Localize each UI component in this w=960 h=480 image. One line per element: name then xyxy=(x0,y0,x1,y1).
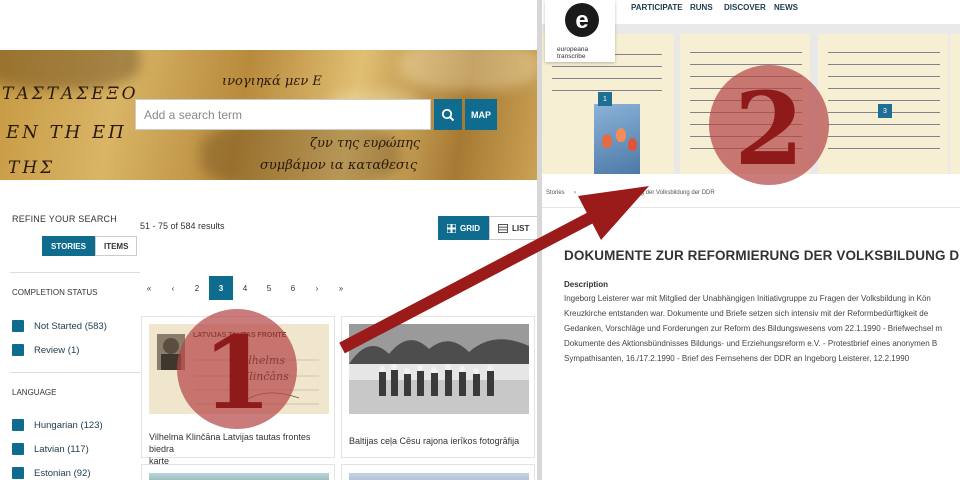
card-thumbnail xyxy=(149,473,329,480)
items-toggle-button[interactable]: ITEMS xyxy=(94,236,138,256)
checkbox[interactable] xyxy=(12,320,24,332)
facet-label: Review (1) xyxy=(34,344,80,356)
list-view-button[interactable]: LIST xyxy=(489,216,537,240)
logo-line: europeana xyxy=(557,46,589,53)
page-prev[interactable]: ‹ xyxy=(161,276,185,300)
card-thumbnail xyxy=(349,324,529,414)
description-line: Gedanken, Vorschläge und Forderungen zur… xyxy=(564,324,942,333)
view-toggle: GRID LIST xyxy=(438,216,537,240)
story-title: DOKUMENTE ZUR REFORMIERUNG DER VOLKSBILD… xyxy=(564,248,960,263)
facet-label: Not Started (583) xyxy=(34,320,107,332)
completion-status-title: COMPLETION STATUS xyxy=(12,288,98,297)
thumb-text: Vilhelms xyxy=(237,354,285,367)
facet-checkbox-review[interactable]: Review (1) xyxy=(12,344,79,356)
story-card[interactable] xyxy=(141,464,335,480)
screenshot-root: ΤΑΣΤΑΣΕΞΟ ΕΝ ΤΗ ΕΠ ΤΗΣ ινογιηκά μεν Ε ζυ… xyxy=(0,0,960,480)
nav-discover[interactable]: DISCOVER xyxy=(724,3,766,12)
divider xyxy=(10,372,140,373)
description-line: Sympathisanten, 16./17.2.1990 - Brief de… xyxy=(564,354,910,363)
description-line: Ingeborg Leisterer war mit Mitglied der … xyxy=(564,294,931,303)
map-button[interactable]: MAP xyxy=(465,99,497,130)
svg-text:e: e xyxy=(575,7,588,34)
page-link[interactable]: 5 xyxy=(257,276,281,300)
facet-checkbox-latvian[interactable]: Latvian (117) xyxy=(12,443,89,455)
page-last[interactable]: » xyxy=(329,276,353,300)
hero-handwriting: ΕΝ ΤΗ ΕΠ xyxy=(6,122,127,143)
checkbox[interactable] xyxy=(12,443,24,455)
nav-participate[interactable]: PARTICIPATE xyxy=(631,3,683,12)
flower-photo xyxy=(594,104,640,174)
page-link[interactable]: 4 xyxy=(233,276,257,300)
page-badge: 3 xyxy=(878,104,892,118)
breadcrumb-stories[interactable]: Stories xyxy=(546,190,565,196)
facet-checkbox-hungarian[interactable]: Hungarian (123) xyxy=(12,419,103,431)
document-thumbnail[interactable] xyxy=(680,34,810,174)
group-photo-image xyxy=(349,324,529,414)
card-title-line: Baltijas ceļa Cēsu rajona ierīkos fotogr… xyxy=(349,436,520,446)
stories-items-toggle: STORIES ITEMS xyxy=(42,236,138,256)
language-title: LANGUAGE xyxy=(12,388,57,397)
story-card[interactable] xyxy=(341,464,535,480)
thumb-text: Klinčāns xyxy=(241,370,289,383)
pagination: « ‹ 2 3 4 5 6 › » xyxy=(137,276,353,300)
logo-mark-icon: e xyxy=(565,3,599,37)
facet-label: Hungarian (123) xyxy=(34,419,103,431)
results-count: 51 - 75 of 584 results xyxy=(140,221,225,231)
grid-label: GRID xyxy=(460,223,480,233)
breadcrumb-separator: › xyxy=(574,190,576,196)
page-badge: 1 xyxy=(598,92,612,106)
hero-handwriting: ζυν της ευρώπης xyxy=(310,136,421,151)
refine-title: REFINE YOUR SEARCH xyxy=(12,214,117,224)
description-line: Kreuzkirche entstanden war. Dokumente un… xyxy=(564,309,929,318)
europeana-logo[interactable]: e europeana transcribe xyxy=(545,0,615,62)
description-line: Dokumente des Aktionsbündnisses Bildungs… xyxy=(564,339,938,348)
story-card[interactable]: Baltijas ceļa Cēsu rajona ierīkos fotogr… xyxy=(341,316,535,458)
hero-handwriting: ΤΗΣ xyxy=(8,158,56,178)
card-title-line: Vilhelma Klinčāna Latvijas tautas fronte… xyxy=(149,432,311,454)
logo-text: europeana transcribe xyxy=(557,46,588,60)
search-input[interactable] xyxy=(135,99,431,130)
facet-checkbox-not-started[interactable]: Not Started (583) xyxy=(12,320,107,332)
breadcrumb-current: …rung der Volksbildung der DDR xyxy=(626,190,715,196)
checkbox[interactable] xyxy=(12,419,24,431)
nav-runs[interactable]: RUNS xyxy=(690,3,713,12)
hero-handwriting: συμβάμον ια καταθεσις xyxy=(260,158,418,173)
grid-view-button[interactable]: GRID xyxy=(438,216,489,240)
hero-handwriting: ΤΑΣΤΑΣΕΞΟ xyxy=(2,84,139,104)
grid-icon xyxy=(447,223,456,233)
page-link[interactable]: 2 xyxy=(185,276,209,300)
page-current[interactable]: 3 xyxy=(209,276,233,300)
story-card[interactable]: LATVIJAS TAUTAS FRONTE Vilhelms Klinčāns… xyxy=(141,316,335,466)
page-link[interactable]: 6 xyxy=(281,276,305,300)
hero-handwriting: ινογιηκά μεν Ε xyxy=(222,74,322,89)
description-heading: Description xyxy=(564,280,609,289)
facet-label: Estonian (92) xyxy=(34,467,91,479)
card-thumbnail xyxy=(349,473,529,480)
magnifier-icon xyxy=(441,108,455,121)
checkbox[interactable] xyxy=(12,467,24,479)
search-results-pane: ΤΑΣΤΑΣΕΞΟ ΕΝ ΤΗ ΕΠ ΤΗΣ ινογιηκά μεν Ε ζυ… xyxy=(0,0,537,480)
document-thumbnail[interactable]: 3 xyxy=(818,34,948,174)
checkbox[interactable] xyxy=(12,344,24,356)
page-first[interactable]: « xyxy=(137,276,161,300)
nav-news[interactable]: NEWS xyxy=(774,3,798,12)
story-detail-pane: 1 3 PARTICIPATE RUNS DISCOVER NEWS e eur… xyxy=(542,0,960,480)
divider xyxy=(10,272,140,273)
page-next[interactable]: › xyxy=(305,276,329,300)
card-thumbnail: LATVIJAS TAUTAS FRONTE Vilhelms Klinčāns xyxy=(149,324,329,414)
stories-toggle-button[interactable]: STORIES xyxy=(42,236,95,256)
thumb-text: LATVIJAS TAUTAS FRONTE xyxy=(193,332,287,339)
list-icon xyxy=(498,223,508,233)
facet-checkbox-estonian[interactable]: Estonian (92) xyxy=(12,467,91,479)
search-bar: MAP xyxy=(135,99,497,130)
facet-label: Latvian (117) xyxy=(34,443,89,455)
list-label: LIST xyxy=(512,223,530,233)
logo-line: transcribe xyxy=(557,53,586,60)
card-title: Baltijas ceļa Cēsu rajona ierīkos fotogr… xyxy=(349,435,534,447)
search-button[interactable] xyxy=(434,99,462,130)
card-title: Vilhelma Klinčāna Latvijas tautas fronte… xyxy=(149,431,334,467)
breadcrumb: Stories › …rung der Volksbildung der DDR xyxy=(542,174,960,208)
